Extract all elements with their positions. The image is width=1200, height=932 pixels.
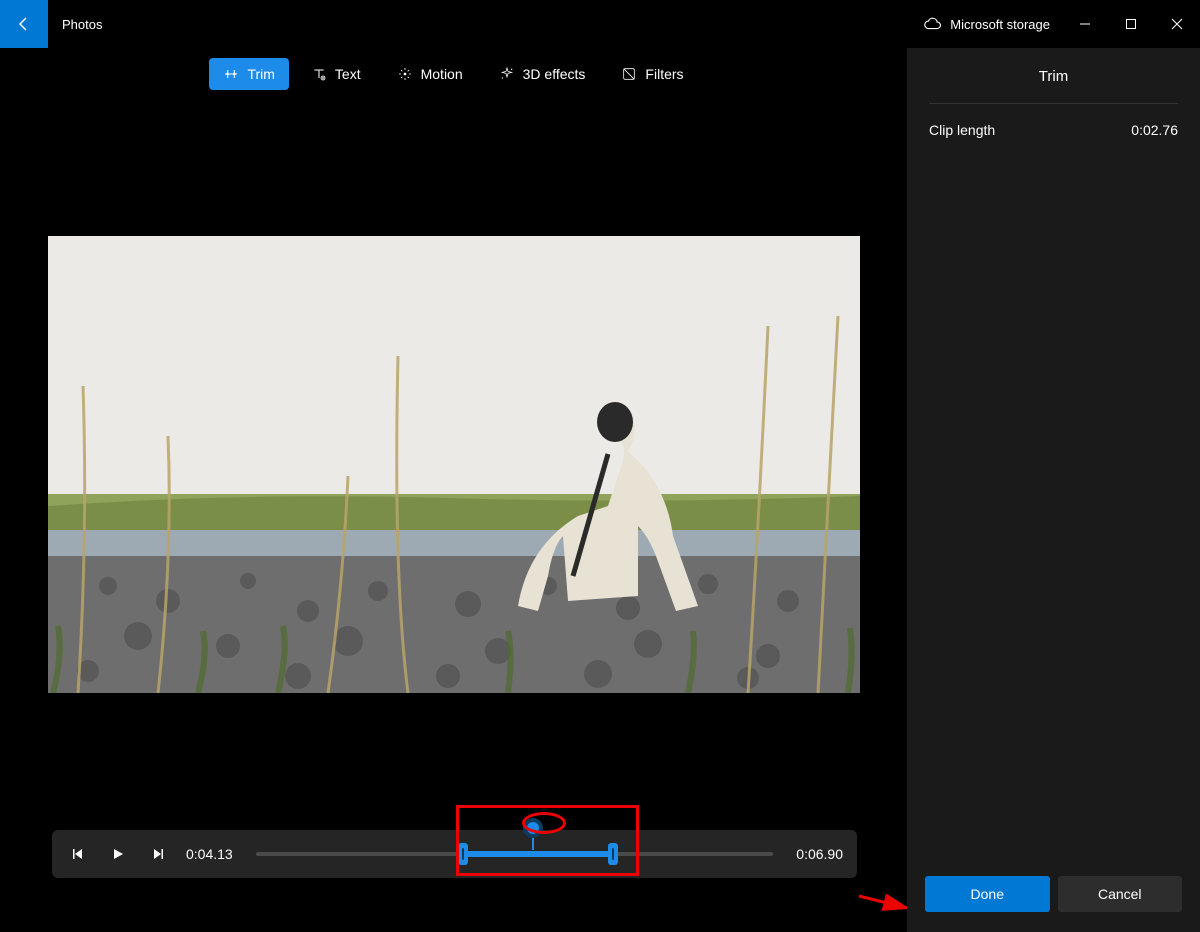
edit-toolbar: Trim Text Motion 3D effects Filters	[0, 52, 907, 96]
close-button[interactable]	[1154, 8, 1200, 40]
minimize-button[interactable]	[1062, 8, 1108, 40]
back-button[interactable]	[0, 0, 48, 48]
minimize-icon	[1079, 18, 1091, 30]
video-preview	[48, 236, 860, 693]
tool-filters-label: Filters	[645, 66, 683, 82]
tool-trim-label: Trim	[247, 66, 274, 82]
done-button[interactable]: Done	[925, 876, 1050, 912]
trim-start-handle[interactable]	[458, 843, 468, 865]
tool-motion-label: Motion	[421, 66, 463, 82]
storage-label: Microsoft storage	[950, 17, 1050, 32]
done-label: Done	[971, 886, 1004, 902]
current-time: 0:04.13	[186, 846, 240, 862]
trim-sidebar: Trim Clip length 0:02.76 Done Cancel	[907, 48, 1200, 932]
back-arrow-icon	[16, 16, 32, 32]
sparkle-icon	[499, 66, 515, 82]
tool-text[interactable]: Text	[297, 58, 375, 90]
titlebar: Photos Microsoft storage	[0, 0, 1200, 48]
trim-range	[463, 851, 613, 857]
cancel-button[interactable]: Cancel	[1058, 876, 1183, 912]
prev-frame-button[interactable]	[66, 842, 90, 866]
filters-icon	[621, 66, 637, 82]
timeline-track[interactable]	[256, 840, 773, 868]
tool-3d-label: 3D effects	[523, 66, 586, 82]
next-frame-icon	[151, 847, 165, 861]
clip-length-label: Clip length	[929, 122, 995, 138]
tool-trim[interactable]: Trim	[209, 58, 288, 90]
maximize-icon	[1125, 18, 1137, 30]
next-frame-button[interactable]	[146, 842, 170, 866]
clip-length-value: 0:02.76	[1131, 122, 1178, 138]
maximize-button[interactable]	[1108, 8, 1154, 40]
storage-button[interactable]: Microsoft storage	[912, 0, 1062, 48]
tool-3d-effects[interactable]: 3D effects	[485, 58, 600, 90]
tool-text-label: Text	[335, 66, 361, 82]
sidebar-divider	[929, 103, 1178, 104]
play-icon	[111, 847, 125, 861]
app-title: Photos	[62, 17, 102, 32]
total-time: 0:06.90	[789, 846, 843, 862]
text-icon	[311, 66, 327, 82]
prev-frame-icon	[71, 847, 85, 861]
trim-icon	[223, 66, 239, 82]
sidebar-title: Trim	[929, 68, 1178, 85]
cancel-label: Cancel	[1098, 886, 1142, 902]
playback-controls: 0:04.13 0:06.90	[52, 830, 857, 878]
playhead[interactable]	[523, 818, 543, 838]
play-button[interactable]	[106, 842, 130, 866]
cloud-icon	[924, 15, 942, 33]
motion-icon	[397, 66, 413, 82]
trim-end-handle[interactable]	[608, 843, 618, 865]
tool-motion[interactable]: Motion	[383, 58, 477, 90]
editor-area: Trim Text Motion 3D effects Filters	[0, 48, 907, 932]
close-icon	[1171, 18, 1183, 30]
tool-filters[interactable]: Filters	[607, 58, 697, 90]
